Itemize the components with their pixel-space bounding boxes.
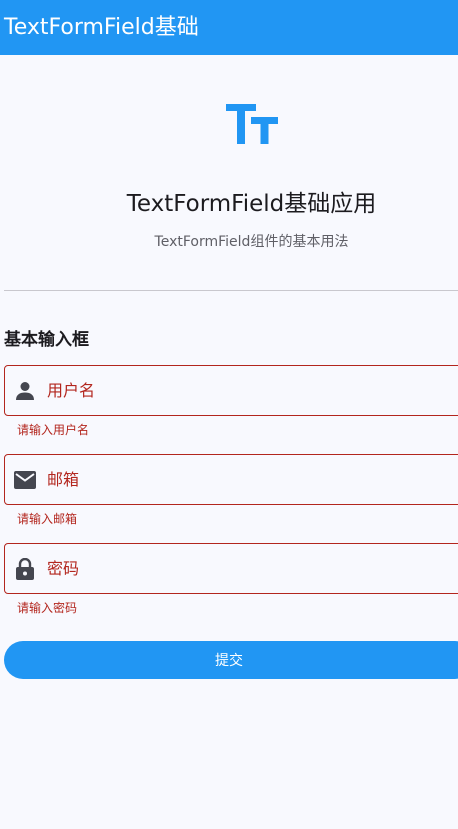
username-error: 请输入用户名	[17, 423, 90, 437]
email-error: 请输入邮箱	[17, 512, 78, 526]
divider	[4, 290, 458, 291]
submit-button[interactable]: 提交	[4, 641, 458, 679]
password-input[interactable]	[47, 559, 427, 578]
email-field[interactable]	[4, 454, 458, 505]
app-bar: TextFormField基础	[0, 0, 458, 55]
email-icon	[13, 468, 37, 492]
page-subtitle: TextFormField组件的基本用法	[154, 234, 349, 250]
app-bar-title: TextFormField基础	[4, 14, 199, 40]
username-field[interactable]	[4, 365, 458, 416]
email-input[interactable]	[47, 470, 427, 489]
password-field[interactable]	[4, 543, 458, 594]
username-input[interactable]	[47, 381, 427, 400]
header-section: TextFormField基础应用 TextFormField组件的基本用法	[0, 55, 458, 291]
password-error: 请输入密码	[17, 601, 78, 615]
lock-icon	[13, 557, 37, 581]
section-title: 基本输入框	[4, 330, 89, 350]
person-icon	[13, 379, 37, 403]
page-headline: TextFormField基础应用	[126, 191, 377, 217]
text-fields-icon	[226, 104, 278, 144]
